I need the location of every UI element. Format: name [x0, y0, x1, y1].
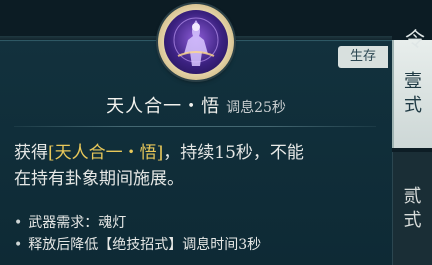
skill-requirements: • 武器需求：魂灯 • 释放后降低【绝技招式】调息时间3秒 — [14, 212, 384, 256]
tab-form-1[interactable]: 壹式 — [392, 40, 432, 148]
tab-label-char: 式 — [404, 95, 422, 116]
skill-cooldown: 调息25秒 — [226, 100, 286, 116]
tab-form-2[interactable]: 贰式 — [392, 152, 432, 265]
divider — [14, 126, 376, 127]
tab-label-char: 壹 — [404, 71, 422, 92]
bullet-text: 武器需求：魂灯 — [28, 215, 127, 231]
description-rest: ，持续15秒，不能 — [163, 143, 304, 163]
bullet-dot-icon: • — [14, 215, 23, 231]
skill-description: 获得[天人合一・悟]，持续15秒，不能 在持有卦象期间施展。 — [14, 140, 376, 192]
bullet-dot-icon: • — [14, 237, 23, 253]
skill-icon-frame[interactable] — [158, 4, 234, 80]
tab-label: 贰式 — [404, 185, 422, 233]
tab-label-char: 式 — [403, 209, 422, 231]
meditating-figure-icon — [164, 10, 228, 74]
corner-glyph: 令 — [405, 27, 425, 51]
bullet-text: 释放后降低【绝技招式】调息时间3秒 — [28, 237, 262, 253]
tab-label-char: 贰 — [403, 185, 422, 207]
form-tabs: 壹式 贰式 — [392, 40, 432, 265]
tab-label: 壹式 — [404, 70, 422, 118]
save-tag[interactable]: 生存 — [338, 46, 388, 68]
list-item: • 武器需求：魂灯 — [14, 212, 384, 234]
skill-name: 天人合一・悟 — [106, 96, 221, 117]
description-highlight: [天人合一・悟] — [48, 143, 164, 163]
skill-title-row: 天人合一・悟 调息25秒 — [0, 92, 392, 118]
description-prefix: 获得 — [14, 143, 48, 163]
description-line-2: 在持有卦象期间施展。 — [14, 169, 184, 189]
list-item: • 释放后降低【绝技招式】调息时间3秒 — [14, 234, 384, 256]
description-line-1: 获得[天人合一・悟]，持续15秒，不能 — [14, 140, 376, 166]
